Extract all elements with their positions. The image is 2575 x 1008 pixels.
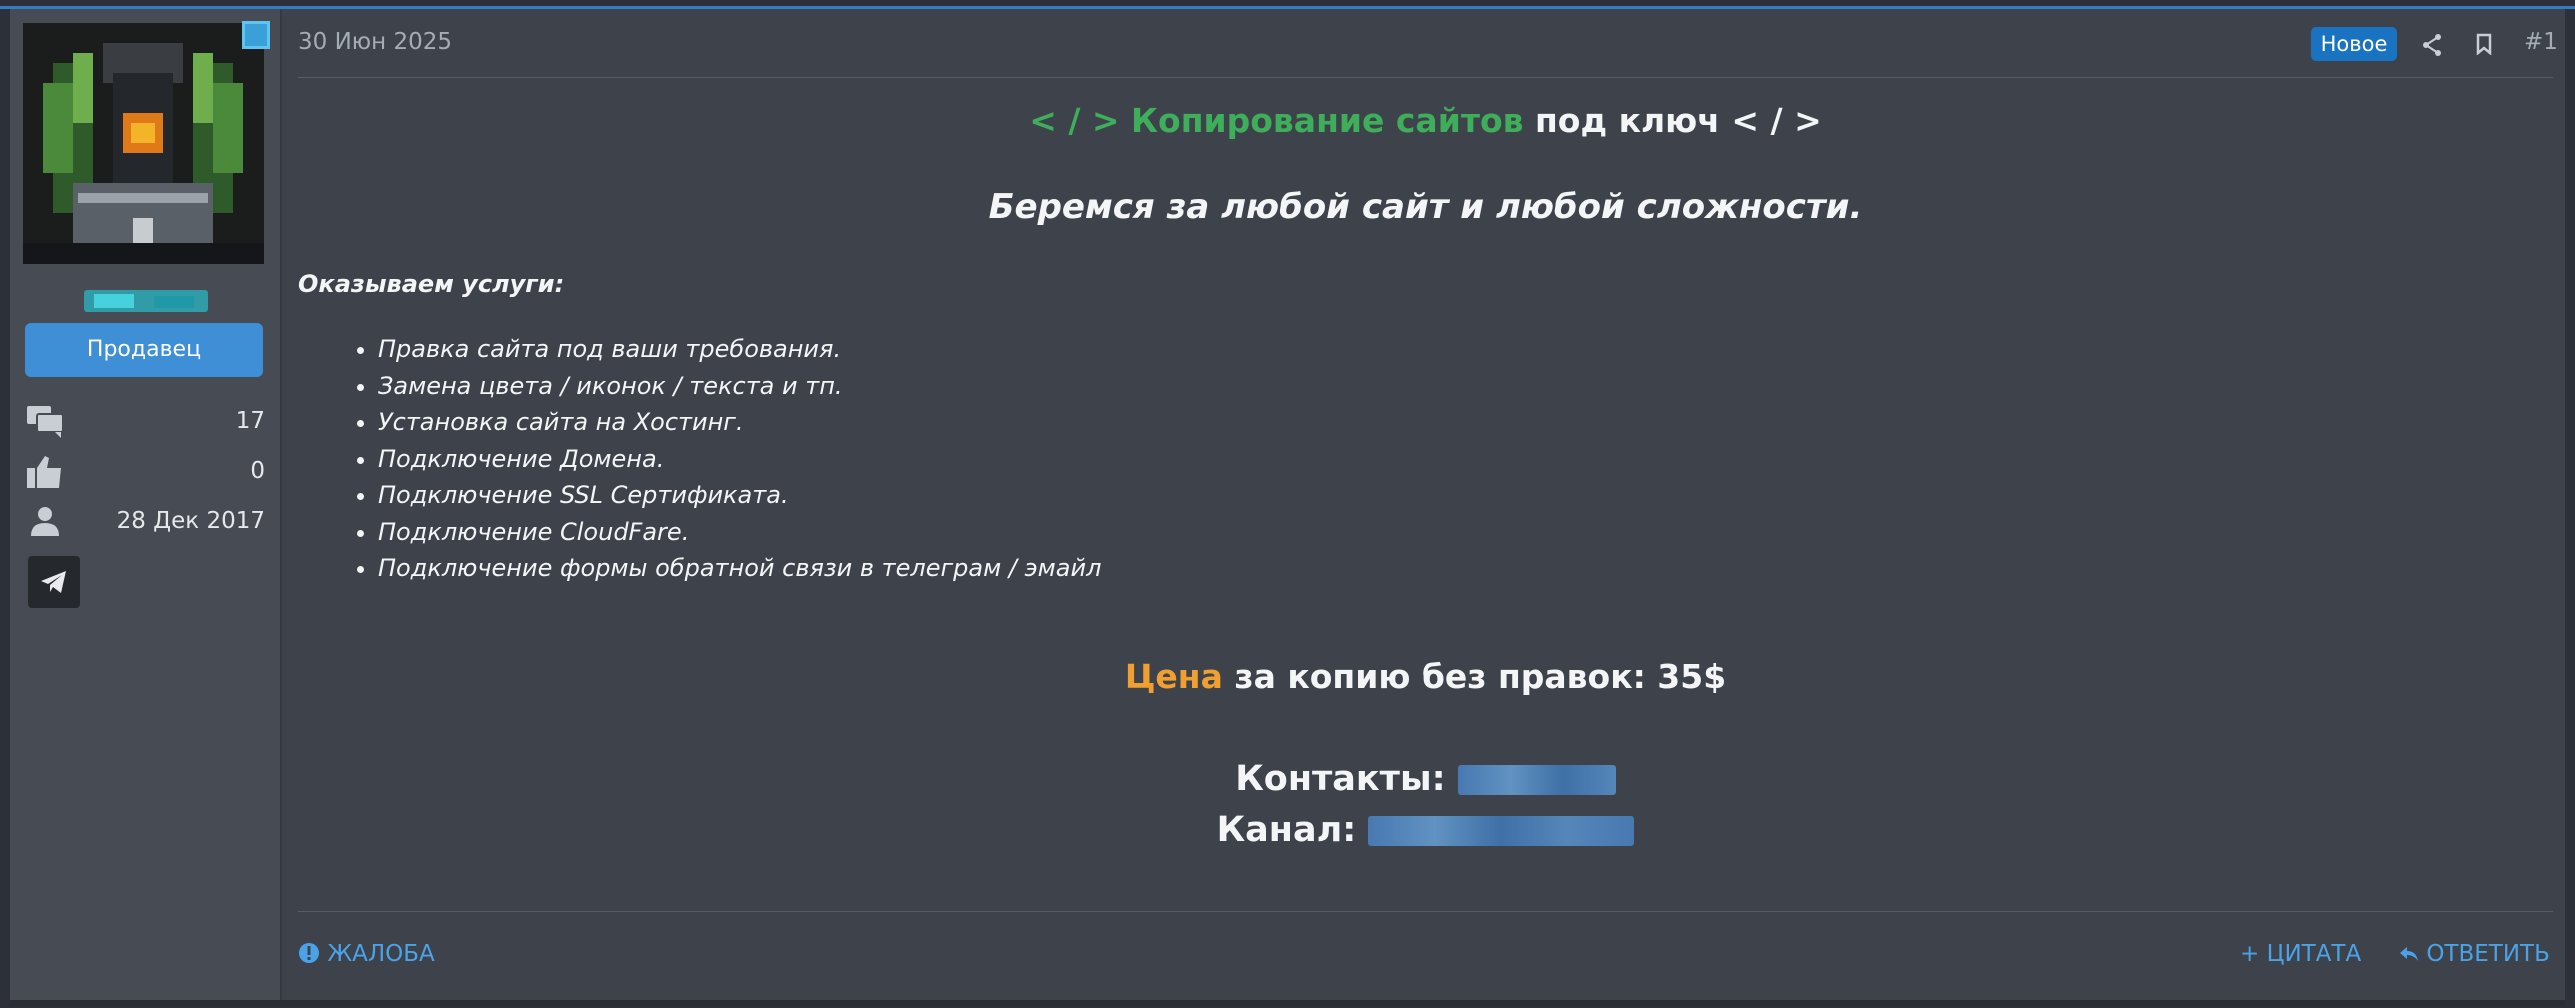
- channel-line: Канал:: [298, 810, 2553, 850]
- list-item: Подключение Домена.: [378, 441, 1101, 478]
- services-list: Правка сайта под ваши требования. Замена…: [346, 331, 1101, 587]
- share-icon[interactable]: [2421, 33, 2443, 57]
- post-subtitle: Беремся за любой сайт и любой сложности.: [988, 187, 1863, 227]
- role-badge-seller[interactable]: Продавец: [25, 323, 263, 377]
- list-item: Подключение SSL Сертификата.: [378, 477, 1101, 514]
- alert-icon: [299, 943, 319, 963]
- stat-messages: 17: [25, 404, 265, 440]
- stat-reactions: 0: [25, 454, 265, 490]
- contacts-redacted[interactable]: [1457, 765, 1616, 795]
- footer-divider: [298, 911, 2553, 912]
- contacts-label: Контакты:: [1235, 759, 1446, 799]
- title-highlight: < / > Копирование сайтов: [1029, 101, 1524, 140]
- telegram-contact-button[interactable]: [28, 556, 80, 608]
- reply-button[interactable]: ОТВЕТИТЬ: [2399, 941, 2550, 967]
- title-rest: под ключ < / >: [1535, 101, 1822, 140]
- new-badge: Новое: [2311, 27, 2397, 61]
- user-icon: [31, 507, 59, 536]
- bookmark-icon[interactable]: [2475, 33, 2493, 55]
- online-status-icon: [242, 21, 270, 49]
- list-item: Правка сайта под ваши требования.: [378, 331, 1101, 368]
- list-item: Замена цвета / иконок / текста и тп.: [378, 368, 1101, 405]
- price-word: Цена: [1124, 657, 1223, 696]
- telegram-icon: [41, 571, 66, 593]
- quote-button[interactable]: + ЦИТАТА: [2240, 941, 2361, 967]
- thumbs-up-icon: [27, 456, 61, 488]
- post-date[interactable]: 30 Июн 2025: [298, 29, 452, 55]
- messages-icon: [27, 406, 64, 438]
- avatar[interactable]: [23, 23, 264, 264]
- post-title: < / > Копирование сайтов под ключ < / >: [298, 101, 2553, 140]
- report-link[interactable]: ЖАЛОБА: [298, 941, 435, 967]
- post-main: 30 Июн 2025 Новое #1 < / > Копирование с…: [298, 9, 2558, 1000]
- channel-label: Канал:: [1216, 810, 1357, 850]
- author-sidebar: Продавец 17 0 28 Дек 2017: [10, 9, 282, 1000]
- list-item: Установка сайта на Хостинг.: [378, 404, 1101, 441]
- reply-icon: [2400, 947, 2418, 961]
- channel-redacted[interactable]: [1368, 816, 1635, 846]
- price-text: за копию без правок: 35$: [1234, 657, 1727, 696]
- header-divider: [298, 77, 2553, 78]
- stat-joined: 28 Дек 2017: [25, 504, 265, 540]
- contacts-line: Контакты:: [298, 759, 2553, 799]
- forum-post: Продавец 17 0 28 Дек 2017 30 Июн 2025 Но…: [10, 9, 2565, 1006]
- list-item: Подключение формы обратной связи в телег…: [378, 550, 1101, 587]
- price-line: Цена за копию без правок: 35$: [298, 657, 2553, 696]
- list-item: Подключение CloudFare.: [378, 514, 1101, 551]
- post-number-link[interactable]: #1: [2524, 29, 2558, 55]
- username-redacted[interactable]: [84, 290, 208, 312]
- services-heading: Оказываем услуги:: [298, 270, 565, 298]
